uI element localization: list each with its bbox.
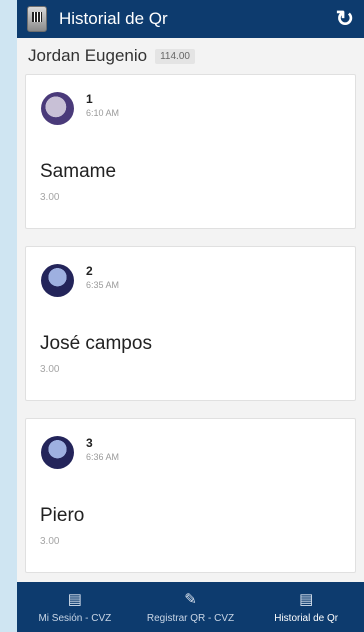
entry-number: 2 [86, 264, 93, 278]
entry-time: 6:36 AM [86, 452, 120, 462]
app-logo-icon [27, 6, 47, 32]
app-screen: Historial de Qr ↻ Jordan Eugenio 114.00 … [17, 0, 364, 632]
history-card[interactable]: 3 6:36 AM Piero 3.00 [25, 418, 356, 573]
tab-mi-sesion[interactable]: ▤ Mi Sesión - CVZ [17, 582, 133, 632]
refresh-icon[interactable]: ↻ [336, 8, 354, 30]
history-list: 1 6:10 AM Samame 3.00 2 6:35 AM José cam… [17, 74, 364, 573]
user-name: Jordan Eugenio [28, 46, 148, 65]
entry-number: 3 [86, 436, 93, 450]
qr-photo-thumbnail [41, 264, 74, 297]
entry-name: Piero [40, 505, 85, 526]
entry-name: Samame [40, 161, 117, 182]
entry-amount: 3.00 [40, 192, 60, 203]
history-card[interactable]: 2 6:35 AM José campos 3.00 [25, 246, 356, 401]
entry-time: 6:35 AM [86, 280, 120, 290]
tab-label: Registrar QR - CVZ [146, 613, 235, 624]
total-badge: 114.00 [155, 48, 195, 64]
tab-historial[interactable]: ▤ Historial de Qr [248, 582, 364, 632]
entry-amount: 3.00 [40, 536, 60, 547]
history-card[interactable]: 1 6:10 AM Samame 3.00 [25, 74, 356, 229]
user-summary: Jordan Eugenio 114.00 [17, 38, 364, 74]
tab-registrar-qr[interactable]: ✎ Registrar QR - CVZ [133, 582, 249, 632]
top-bar: Historial de Qr ↻ [17, 0, 364, 38]
entry-name: José campos [40, 333, 152, 354]
id-card-icon: ▤ [67, 591, 82, 608]
bottom-nav: ▤ Mi Sesión - CVZ ✎ Registrar QR - CVZ ▤… [17, 582, 364, 632]
qr-photo-thumbnail [41, 436, 74, 469]
tab-label: Historial de Qr [274, 613, 339, 624]
entry-number: 1 [86, 92, 93, 106]
page-title: Historial de Qr [59, 9, 168, 28]
list-icon: ▤ [299, 591, 314, 608]
pencil-icon: ✎ [184, 591, 197, 608]
tab-label: Mi Sesión - CVZ [38, 613, 112, 624]
qr-photo-thumbnail [41, 92, 74, 125]
entry-amount: 3.00 [40, 364, 60, 375]
entry-time: 6:10 AM [86, 108, 120, 118]
